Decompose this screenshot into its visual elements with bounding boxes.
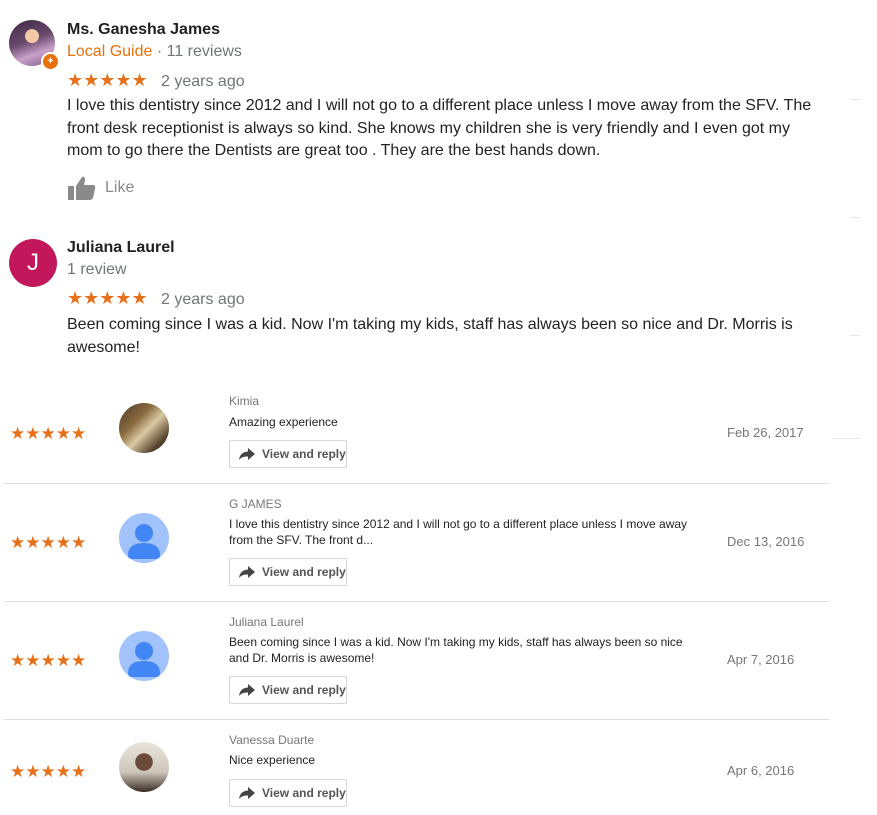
view-and-reply-button[interactable]: View and reply: [229, 558, 347, 586]
list-item: ★★★★★ Kimia Amazing experience View and …: [4, 384, 829, 502]
divider: [850, 99, 860, 100]
person-icon: [128, 642, 160, 677]
share-arrow-icon: [239, 448, 255, 460]
view-and-reply-button[interactable]: View and reply: [229, 440, 347, 468]
list-item: ★★★★★ Juliana Laurel Been coming since I…: [4, 605, 829, 723]
reviewer-name[interactable]: Ms. Ganesha James: [67, 21, 220, 39]
reviewer-name[interactable]: Juliana Laurel: [67, 239, 175, 257]
review-author: Juliana Laurel: [229, 615, 304, 629]
review-age: 2 years ago: [161, 291, 245, 308]
review-text: Been coming since I was a kid. Now I'm t…: [229, 635, 683, 665]
review-count: 11 reviews: [166, 43, 242, 60]
review-text: Nice experience: [229, 753, 316, 767]
star-rating: ★★★★★: [10, 762, 87, 781]
review-date: Apr 6, 2016: [727, 763, 795, 778]
review-author: Vanessa Duarte: [229, 733, 315, 747]
avatar[interactable]: J: [9, 239, 57, 287]
avatar[interactable]: ✦: [9, 20, 60, 71]
view-and-reply-label: View and reply: [262, 786, 346, 800]
divider: [4, 483, 829, 484]
review-text: I love this dentistry since 2012 and I w…: [67, 97, 812, 159]
review-author: Kimia: [229, 394, 260, 408]
star-rating: ★★★★★: [67, 288, 148, 308]
share-arrow-icon: [239, 566, 255, 578]
list-item: ★★★★★ G JAMES I love this dentistry sinc…: [4, 487, 829, 605]
thumbs-up-icon: [68, 176, 96, 200]
share-arrow-icon: [239, 787, 255, 799]
view-and-reply-button[interactable]: View and reply: [229, 779, 347, 807]
view-and-reply-button[interactable]: View and reply: [229, 676, 347, 704]
review-count: 1 review: [67, 261, 127, 278]
divider: [833, 438, 860, 439]
star-rating: ★★★★★: [10, 424, 87, 443]
review-text: Amazing experience: [229, 415, 338, 429]
divider: [850, 335, 860, 336]
person-icon: [128, 524, 160, 559]
local-guide-label[interactable]: Local Guide: [67, 43, 152, 60]
review-text: Been coming since I was a kid. Now I'm t…: [67, 316, 793, 356]
review-age: 2 years ago: [161, 73, 245, 90]
star-rating: ★★★★★: [67, 70, 148, 90]
review-date: Feb 26, 2017: [727, 425, 804, 440]
review-text: I love this dentistry since 2012 and I w…: [229, 517, 688, 547]
list-item: ★★★★★ Vanessa Duarte Nice experience Vie…: [4, 723, 829, 815]
divider: [850, 217, 860, 218]
meta-separator: ·: [152, 43, 167, 60]
avatar[interactable]: [119, 403, 169, 453]
share-arrow-icon: [239, 684, 255, 696]
avatar[interactable]: [119, 742, 169, 792]
star-rating: ★★★★★: [10, 651, 87, 670]
avatar[interactable]: [119, 513, 169, 563]
review-date: Dec 13, 2016: [727, 534, 805, 549]
divider: [4, 719, 829, 720]
view-and-reply-label: View and reply: [262, 683, 346, 697]
review-date: Apr 7, 2016: [727, 652, 795, 667]
like-button[interactable]: Like: [67, 175, 134, 201]
reviewer-meta: Local Guide · 11 reviews: [67, 43, 242, 61]
avatar[interactable]: [119, 631, 169, 681]
view-and-reply-label: View and reply: [262, 447, 346, 461]
local-guide-badge-icon: ✦: [41, 52, 60, 71]
view-and-reply-label: View and reply: [262, 565, 346, 579]
divider: [4, 601, 829, 602]
star-rating: ★★★★★: [10, 533, 87, 552]
review-author: G JAMES: [229, 497, 282, 511]
like-label: Like: [105, 179, 135, 196]
